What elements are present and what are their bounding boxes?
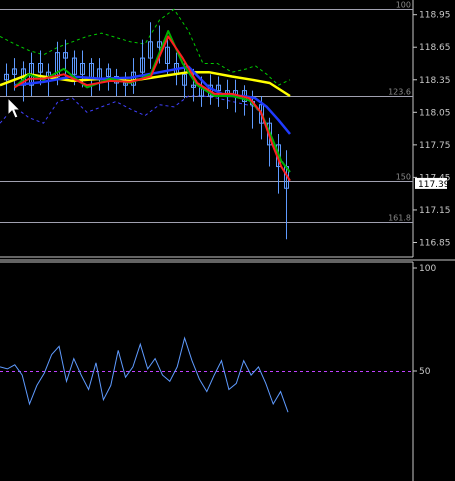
price-tick-label: 117.75	[419, 141, 451, 151]
price-tick-label: 118.95	[419, 11, 451, 21]
fib-level-label: 100	[396, 1, 411, 10]
price-tick-label: 118.35	[419, 76, 451, 86]
price-tick-label: 117.15	[419, 206, 451, 216]
oscillator-tick-label: 100	[419, 264, 436, 274]
fib-level-label: 123.6	[388, 88, 411, 97]
fib-level-label: 150	[396, 173, 411, 182]
price-tick-label: 118.05	[419, 108, 451, 118]
current-price-label: 117.39	[418, 180, 450, 190]
fib-level-label: 161.8	[388, 214, 411, 223]
price-tick-label: 116.85	[419, 238, 451, 248]
oscillator-tick-label: 50	[419, 367, 431, 377]
current-price-marker: 117.39	[415, 177, 450, 190]
price-tick-label: 118.65	[419, 43, 451, 53]
chart-canvas: 100 123.6 150 161.8 118.95 118.65 118.35 118.0…	[0, 0, 455, 481]
